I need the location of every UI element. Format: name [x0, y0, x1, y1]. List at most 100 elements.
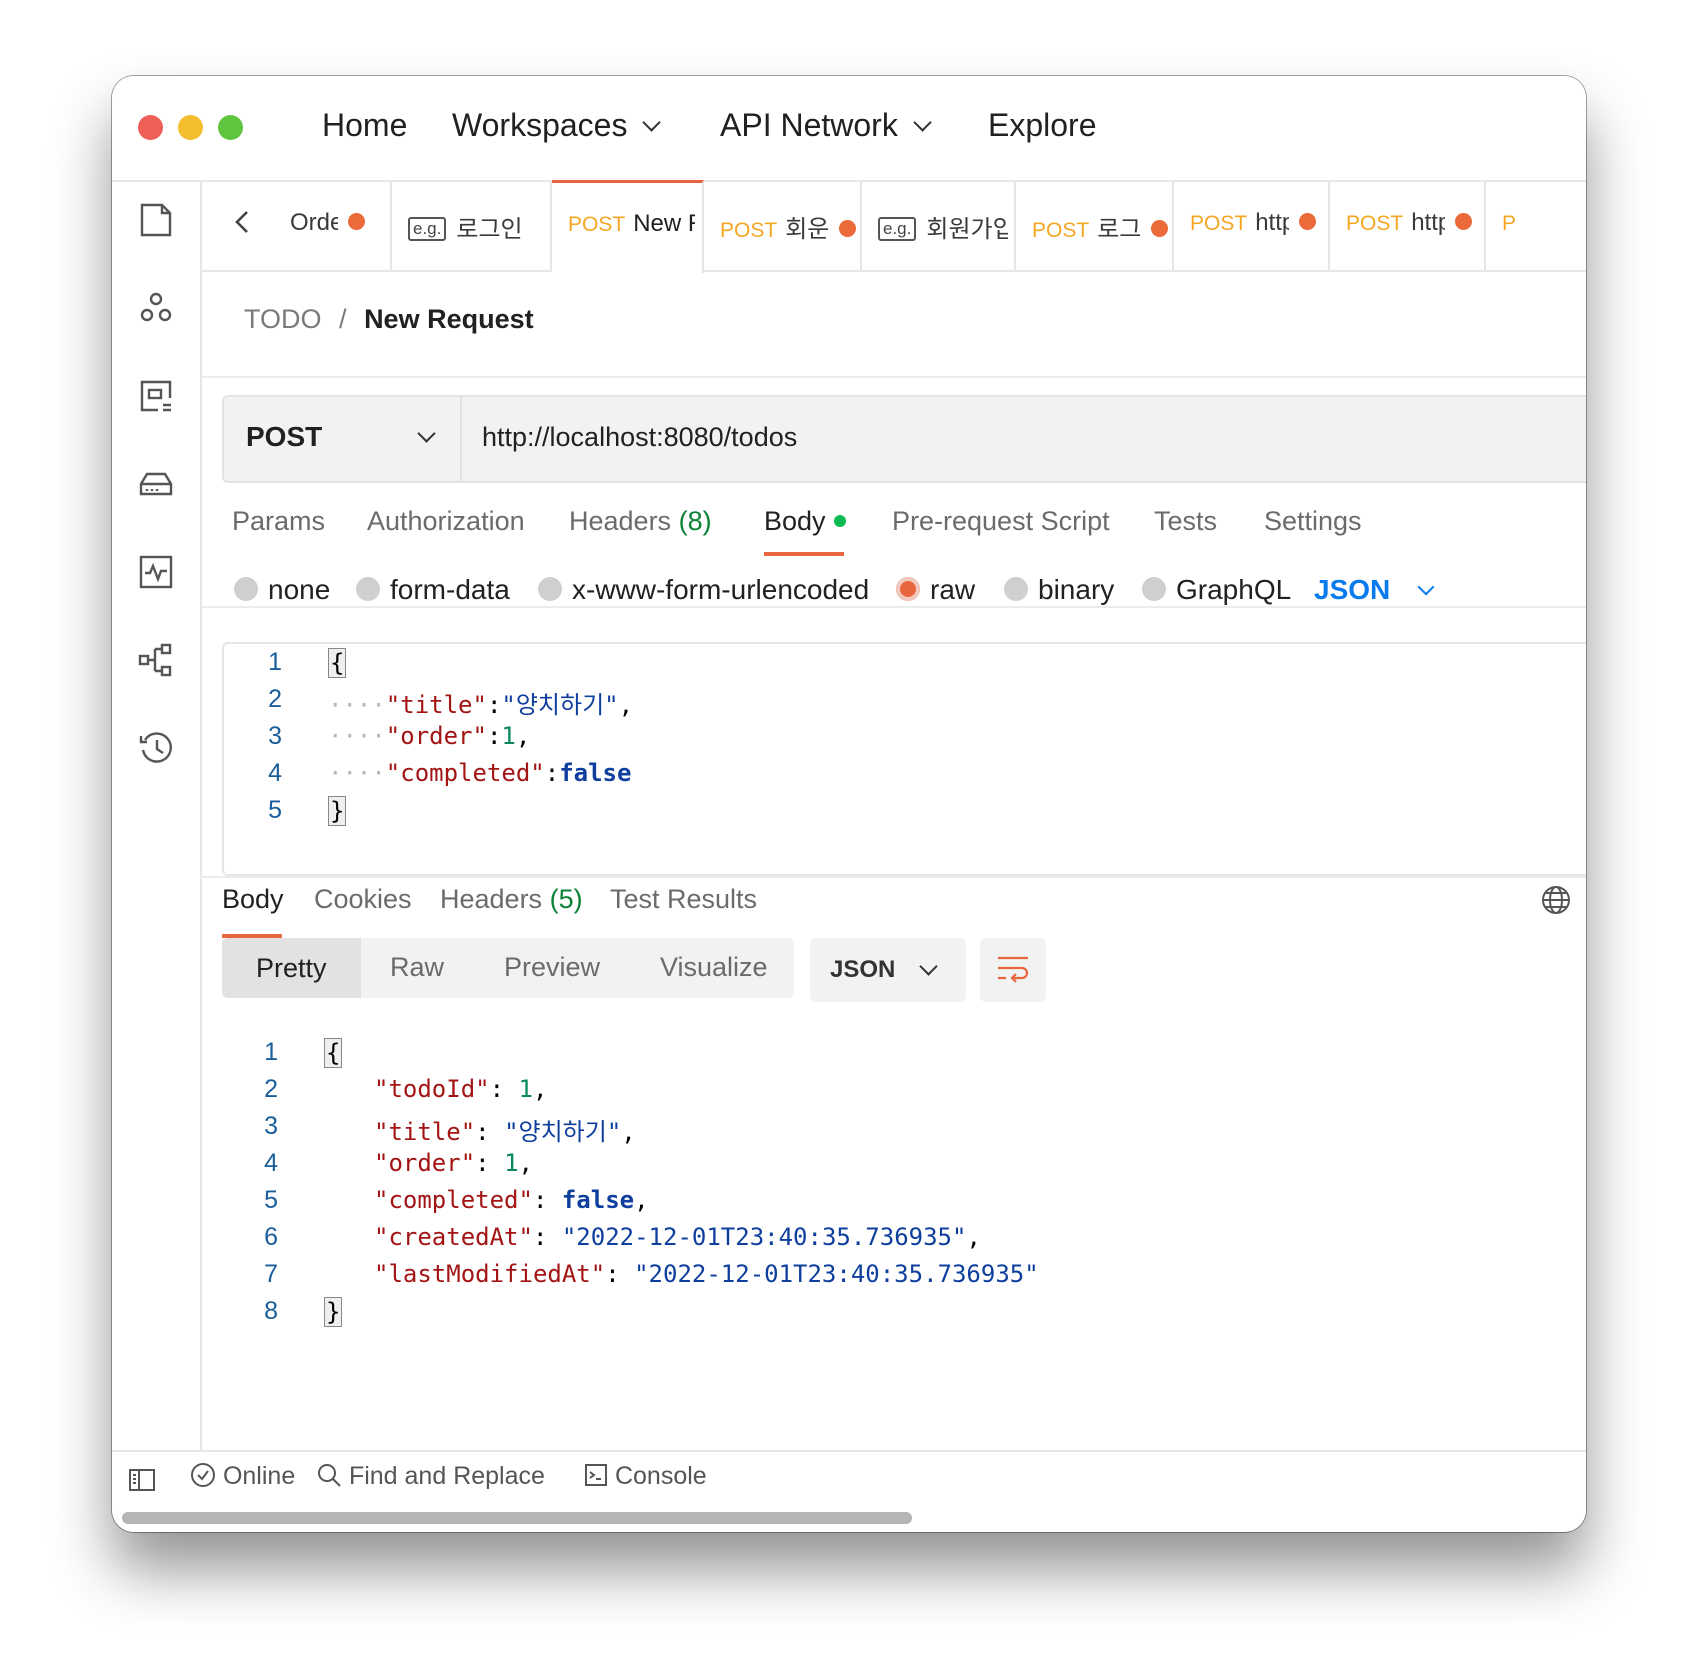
response-tab-test-results[interactable]: Test Results: [610, 884, 757, 915]
method-select[interactable]: POST: [224, 397, 462, 481]
breadcrumb: TODO / New Request: [244, 304, 534, 335]
body-format-select[interactable]: JSON: [1314, 574, 1435, 606]
globe-icon[interactable]: [1540, 884, 1572, 916]
collections-icon[interactable]: [138, 202, 174, 238]
bracket-match: }: [328, 796, 347, 826]
tab-signup-example[interactable]: e.g. 회원가입: [862, 182, 1016, 270]
response-tab-body[interactable]: Body: [222, 884, 284, 915]
left-sidebar: [112, 182, 202, 1452]
radio-urlencoded[interactable]: x-www-form-urlencoded: [538, 574, 869, 606]
tab-overflow[interactable]: P: [1486, 182, 1586, 270]
line-number: 1: [268, 648, 282, 676]
page-title[interactable]: New Request: [364, 304, 534, 334]
tab-params[interactable]: Params: [232, 506, 325, 537]
response-tab-headers[interactable]: Headers (5): [440, 884, 583, 915]
tab-pre-request-script[interactable]: Pre-request Script: [892, 506, 1110, 537]
radio-circle: [1004, 576, 1028, 601]
tab-tests[interactable]: Tests: [1154, 506, 1217, 537]
apis-icon[interactable]: [138, 290, 174, 326]
toggle-sidebar-icon[interactable]: [128, 1468, 156, 1492]
code-line: "completed": false,: [374, 1186, 649, 1214]
tab-authorization[interactable]: Authorization: [367, 506, 525, 537]
tab-member[interactable]: POST 회운: [704, 182, 862, 270]
tab-method: P: [1502, 212, 1517, 235]
tab-login-post[interactable]: POST 로그: [1016, 182, 1174, 270]
view-raw[interactable]: Raw: [390, 952, 444, 983]
tab-body-label: Body: [764, 506, 826, 536]
nav-workspaces[interactable]: Workspaces: [452, 107, 662, 144]
response-tab-cookies[interactable]: Cookies: [314, 884, 412, 915]
minimize-window-button[interactable]: [178, 115, 203, 140]
radio-binary[interactable]: binary: [1004, 574, 1114, 606]
code-line: ····"order":1,: [328, 722, 531, 750]
radio-none[interactable]: none: [234, 574, 330, 606]
tab-new-request[interactable]: POST New R: [552, 180, 704, 273]
flows-icon[interactable]: [138, 642, 174, 678]
line-number: 2: [264, 1075, 278, 1103]
console-button[interactable]: Console: [584, 1462, 707, 1491]
breadcrumb-collection[interactable]: TODO: [244, 304, 322, 334]
unsaved-dot-icon: [1455, 213, 1473, 231]
tab-body[interactable]: Body: [764, 506, 846, 537]
wrap-lines-button[interactable]: [980, 938, 1046, 1002]
check-circle-icon: [191, 1463, 215, 1488]
close-window-button[interactable]: [138, 115, 163, 140]
nav-explore[interactable]: Explore: [988, 107, 1097, 144]
zoom-window-button[interactable]: [218, 115, 243, 140]
json-key: "title": [374, 1118, 476, 1146]
tab-label: http: [1411, 209, 1445, 236]
json-key: "createdAt": [374, 1223, 533, 1251]
app-window: Home Workspaces API Network Explore Ord e…: [112, 76, 1586, 1532]
radio-label: none: [268, 574, 331, 605]
json-value: "2022-12-01T23:40:35.736935": [561, 1223, 967, 1251]
json-key: "order": [385, 722, 487, 750]
code-line: {: [328, 648, 347, 678]
mock-servers-icon[interactable]: [138, 466, 174, 502]
divider: [202, 606, 1586, 608]
tab-http-2[interactable]: POST http: [1330, 182, 1486, 270]
bracket-match: {: [328, 648, 347, 678]
request-body-editor[interactable]: 1 2 3 4 5 { ····"title":"양치하기", ····"ord…: [222, 642, 1586, 876]
request-tabs: Params Authorization Headers (8) Body Pr…: [232, 494, 1586, 556]
horizontal-scrollbar[interactable]: [122, 1512, 912, 1524]
breadcrumb-separator: /: [339, 304, 347, 334]
url-bar: POST http://localhost:8080/todos: [222, 395, 1586, 483]
json-key: "todoId": [374, 1075, 490, 1103]
environments-icon[interactable]: [138, 378, 174, 414]
chevron-left-icon[interactable]: [230, 208, 254, 241]
whitespace-marker: ····: [328, 722, 386, 750]
tab-http-1[interactable]: POST http: [1174, 182, 1330, 270]
unsaved-dot-icon: [1151, 220, 1169, 238]
find-and-replace[interactable]: Find and Replace: [316, 1462, 545, 1491]
json-value: false: [559, 759, 632, 787]
online-status[interactable]: Online: [190, 1462, 295, 1491]
view-pretty[interactable]: Pretty: [222, 938, 361, 998]
body-type-selector: none form-data x-www-form-urlencoded raw…: [234, 568, 1586, 618]
line-number: 2: [268, 685, 282, 713]
view-preview[interactable]: Preview: [504, 952, 600, 983]
tab-label: Orde: [290, 209, 338, 236]
radio-raw[interactable]: raw: [896, 574, 975, 606]
radio-graphql[interactable]: GraphQL: [1142, 574, 1291, 606]
json-key: "completed": [385, 759, 545, 787]
radio-form-data[interactable]: form-data: [356, 574, 510, 606]
find-replace-label: Find and Replace: [348, 1462, 545, 1490]
tab-login-example[interactable]: e.g. 로그인: [392, 182, 552, 270]
monitors-icon[interactable]: [138, 554, 174, 590]
divider: [202, 376, 1586, 378]
url-input[interactable]: http://localhost:8080/todos: [482, 422, 797, 453]
nav-home[interactable]: Home: [322, 107, 407, 144]
view-visualize[interactable]: Visualize: [660, 952, 768, 983]
tab-method: POST: [1032, 219, 1090, 242]
nav-workspaces-label: Workspaces: [452, 107, 628, 143]
whitespace-marker: ····: [328, 759, 386, 787]
history-icon[interactable]: [138, 730, 174, 766]
wrap-lines-icon: [998, 956, 1029, 983]
divider: [200, 876, 1586, 878]
tab-method: POST: [1346, 212, 1404, 235]
response-format-select[interactable]: JSON: [810, 938, 966, 1002]
nav-api-network[interactable]: API Network: [720, 107, 932, 144]
tab-orders[interactable]: Orde: [290, 182, 392, 270]
tab-headers[interactable]: Headers (8): [569, 506, 712, 537]
tab-settings[interactable]: Settings: [1264, 506, 1362, 537]
